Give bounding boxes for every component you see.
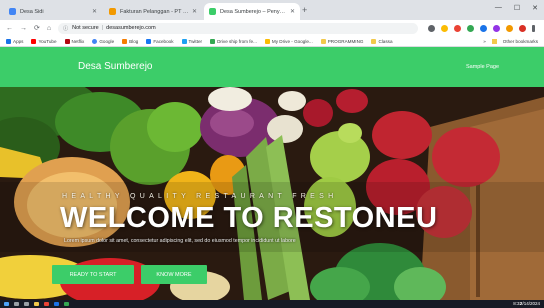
- close-icon[interactable]: ✕: [290, 8, 295, 15]
- other-bookmarks[interactable]: » Other bookmarks: [483, 38, 538, 44]
- twitter-icon: [181, 38, 187, 44]
- site-navbar: Desa Sumberejo Sample Page: [0, 47, 544, 87]
- tab-strip: Desa Sidi ✕ Fakturan Pelanggan - PT Diap…: [0, 0, 544, 20]
- file-explorer-icon[interactable]: [34, 302, 39, 306]
- info-icon[interactable]: ⓘ: [63, 25, 68, 32]
- bookmark-twitter[interactable]: Twitter: [181, 38, 203, 44]
- bookmark-label: Apps: [13, 38, 24, 44]
- back-icon[interactable]: ←: [6, 25, 13, 32]
- start-icon[interactable]: [4, 302, 9, 306]
- tab-label: Fakturan Pelanggan - PT Diapoi: [120, 8, 189, 15]
- tab-favicon-icon: [9, 8, 16, 15]
- extension-icon[interactable]: [506, 24, 514, 32]
- bookmark-label: Twitter: [188, 38, 203, 44]
- apps-icon: [6, 38, 11, 44]
- reload-icon[interactable]: ⟳: [34, 24, 40, 32]
- forward-icon[interactable]: →: [20, 25, 27, 32]
- browser-tab[interactable]: Desa Sidi ✕: [4, 3, 102, 20]
- bookmark-google[interactable]: Google: [92, 38, 115, 44]
- google-icon: [92, 38, 98, 44]
- bookmark-label: Netflix: [71, 38, 85, 44]
- bookmark-label: Facebook: [153, 38, 174, 44]
- bookmark-my-drive[interactable]: My Drive - Google...: [264, 38, 313, 44]
- bookmark-label: Drive ship from fe...: [217, 38, 257, 44]
- url-text: desasumberejo.com: [106, 25, 156, 31]
- menu-icon[interactable]: [532, 24, 536, 32]
- hero-title: WELCOME TO RESTONEU: [60, 202, 438, 234]
- bookmark-programming[interactable]: PROGRAMMING: [320, 38, 364, 44]
- know-more-button[interactable]: KNOW MORE: [141, 265, 207, 284]
- app-icon[interactable]: [64, 302, 69, 306]
- app-icon[interactable]: [54, 302, 59, 306]
- folder-icon: [371, 38, 377, 44]
- bookmark-label: My Drive - Google...: [271, 38, 313, 44]
- web-page: Desa Sumberejo Sample Page HEALTHY QUALI…: [0, 47, 544, 300]
- facebook-icon: [146, 38, 152, 44]
- drive-icon: [264, 38, 270, 44]
- tab-label: Desa Sumberejo – Penyedia lay: [220, 8, 287, 15]
- chrome-icon[interactable]: [44, 302, 49, 306]
- address-separator: |: [101, 25, 104, 31]
- bookmark-youtube[interactable]: YouTube: [31, 38, 57, 44]
- bookmark-drive-ship[interactable]: Drive ship from fe...: [210, 38, 257, 44]
- extension-icon[interactable]: [454, 24, 462, 32]
- home-icon[interactable]: ⌂: [47, 25, 51, 32]
- tab-label: Desa Sidi: [20, 8, 44, 15]
- bookmark-label: YouTube: [38, 38, 57, 44]
- extension-icon[interactable]: [467, 24, 475, 32]
- close-icon[interactable]: ✕: [92, 8, 97, 15]
- search-icon[interactable]: [14, 302, 19, 306]
- nav-link-sample-page[interactable]: Sample Page: [466, 64, 499, 70]
- browser-toolbar: ← → ⟳ ⌂ ⓘ Not secure | desasumberejo.com: [0, 20, 544, 36]
- bookmark-classa[interactable]: Classa: [371, 38, 393, 44]
- browser-tab[interactable]: Fakturan Pelanggan - PT Diapoi ✕: [104, 3, 202, 20]
- hero-subtitle: HEALTHY QUALITY RESTAURANT FRESH: [62, 193, 338, 200]
- bookmark-netflix[interactable]: Netflix: [64, 38, 85, 44]
- drive-icon: [210, 38, 216, 44]
- star-icon[interactable]: [441, 24, 449, 32]
- folder-icon: [320, 38, 326, 44]
- bookmark-apps[interactable]: Apps: [6, 38, 24, 44]
- minimize-icon[interactable]: —: [495, 4, 502, 12]
- bookmark-label: Google: [99, 38, 115, 44]
- extension-icon[interactable]: [493, 24, 501, 32]
- folder-icon: [491, 38, 497, 44]
- bookmark-label: Blog: [129, 38, 139, 44]
- netflix-icon: [64, 38, 70, 44]
- chevron-right-icon: »: [483, 38, 486, 44]
- youtube-icon: [31, 38, 37, 44]
- bookmark-facebook[interactable]: Facebook: [146, 38, 174, 44]
- ready-to-start-button[interactable]: READY TO START: [52, 265, 134, 284]
- security-label: Not secure: [72, 25, 99, 31]
- browser-tab-active[interactable]: Desa Sumberejo – Penyedia lay ✕: [204, 3, 300, 20]
- extensions-area: [428, 24, 536, 32]
- blogger-icon: [122, 38, 128, 44]
- cast-icon[interactable]: [428, 24, 436, 32]
- bookmark-blog[interactable]: Blog: [122, 38, 139, 44]
- hero-description: Lorem ipsum dolor sit amet, consectetur …: [64, 238, 296, 244]
- extension-icon[interactable]: [480, 24, 488, 32]
- bookmarks-bar: Apps YouTube Netflix Google Blog Faceboo…: [0, 36, 544, 47]
- bookmark-label: Other bookmarks: [502, 38, 538, 44]
- clock-date[interactable]: 2/14/2024: [520, 301, 540, 306]
- window-controls: — ☐ ✕: [495, 4, 538, 12]
- close-window-icon[interactable]: ✕: [532, 4, 538, 12]
- new-tab-button[interactable]: +: [302, 5, 307, 15]
- bookmark-label: Classa: [378, 38, 393, 44]
- close-icon[interactable]: ✕: [192, 8, 197, 15]
- address-bar[interactable]: ⓘ Not secure | desasumberejo.com: [58, 22, 419, 34]
- hero-section: HEALTHY QUALITY RESTAURANT FRESH WELCOME…: [0, 87, 544, 300]
- os-taskbar: 8:32 2/14/2024: [0, 300, 544, 308]
- maximize-icon[interactable]: ☐: [514, 4, 520, 12]
- site-brand[interactable]: Desa Sumberejo: [78, 61, 152, 72]
- tab-favicon-icon: [209, 8, 216, 15]
- tab-favicon-icon: [109, 8, 116, 15]
- profile-avatar-icon[interactable]: [519, 24, 527, 32]
- bookmark-label: PROGRAMMING: [327, 38, 364, 44]
- task-view-icon[interactable]: [24, 302, 29, 306]
